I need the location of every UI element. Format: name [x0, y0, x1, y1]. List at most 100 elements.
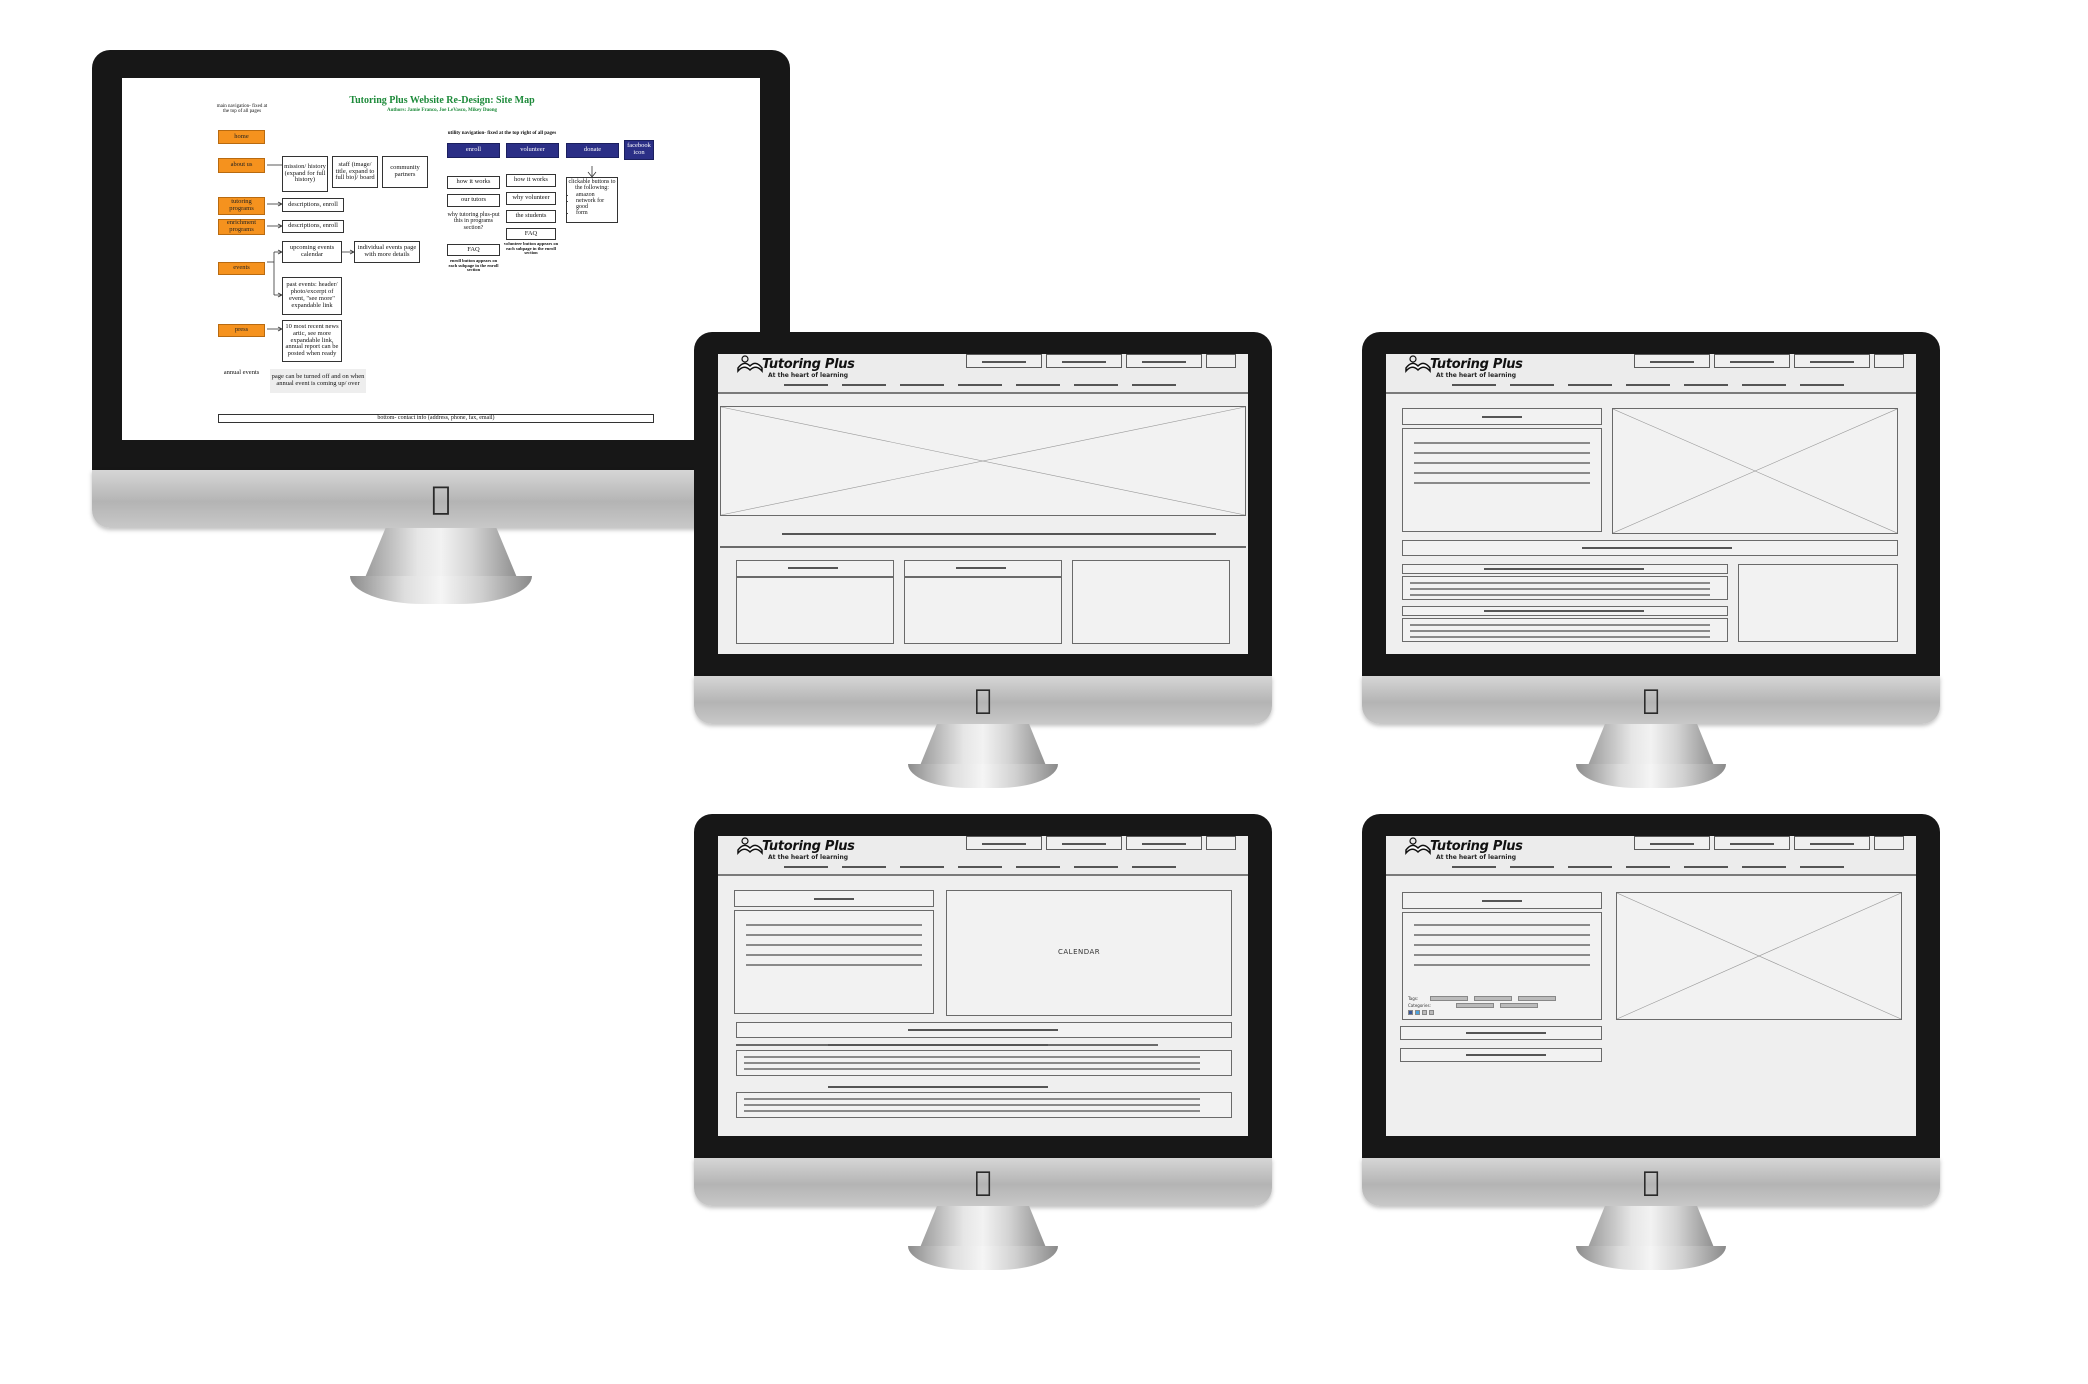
- wf-main-nav: [784, 384, 1176, 386]
- wf-text-line: [1414, 944, 1590, 946]
- wf-sidebar-box: [1738, 564, 1898, 642]
- share-icon[interactable]: [1429, 1010, 1434, 1015]
- wf-text-line: [1414, 472, 1590, 474]
- events-individual: individual events page with more details: [354, 241, 420, 263]
- wf-post-line: [1410, 624, 1710, 626]
- wf-text-line: [746, 964, 922, 966]
- wf-post-title-line: [1484, 610, 1644, 612]
- sitemap-authors: Authors: Jamie Franco, Joe LeVasco, Mike…: [386, 108, 498, 113]
- wf-post-line: [744, 1062, 1200, 1064]
- wf-wide-bar-line: [908, 1029, 1058, 1031]
- wf-tagline: At the heart of learning: [768, 372, 849, 379]
- wf-logo: Tutoring Plus: [762, 839, 855, 854]
- wf-category-chip: [1500, 1003, 1538, 1008]
- wireframe-press: Tutoring Plus At the heart of learning T…: [1386, 836, 1916, 1136]
- monitor-chin: : [694, 1158, 1272, 1206]
- volunteer-how-it-works: how it works: [506, 174, 556, 187]
- twitter-share-icon[interactable]: [1415, 1010, 1420, 1015]
- donate-network-for-good: network for good: [576, 198, 616, 211]
- wf-post-title-line: [1466, 1054, 1546, 1056]
- wf-text-line: [1414, 442, 1590, 444]
- wf-post-title-line: [1466, 1032, 1546, 1034]
- wf-header: Tutoring Plus At the heart of learning: [1386, 836, 1916, 876]
- volunteer-students: the students: [506, 210, 556, 223]
- wf-post-title-line: [828, 1086, 1048, 1088]
- enroll-why-tutoring: why tutoring plus-put this in programs s…: [447, 212, 500, 231]
- wf-utility-button: [1714, 354, 1790, 368]
- wf-text-line: [746, 934, 922, 936]
- monitor-chin: : [92, 470, 790, 528]
- book-logo-icon: [737, 355, 763, 374]
- wf-utility-button: [1634, 836, 1710, 850]
- apple-logo-icon: : [975, 686, 992, 714]
- book-logo-icon: [1405, 355, 1431, 374]
- wf-utility-button: [966, 836, 1042, 850]
- email-share-icon[interactable]: [1422, 1010, 1427, 1015]
- facebook-share-icon[interactable]: [1408, 1010, 1413, 1015]
- wf-post-line: [744, 1104, 1200, 1106]
- monitor-screen: Tutoring Plus At the heart of learning: [1386, 354, 1916, 654]
- events-upcoming: upcoming events calendar: [282, 241, 342, 263]
- wf-utility-button: [1046, 836, 1122, 850]
- wf-feature-box: [736, 560, 894, 644]
- book-logo-icon: [1405, 837, 1431, 856]
- nav-enrichment-programs: enrichment programs: [218, 219, 265, 235]
- wf-utility-button: [1126, 836, 1202, 850]
- wf-utility-icon: [1206, 354, 1236, 368]
- wf-utility-icon: [1206, 836, 1236, 850]
- wf-post-title-line: [828, 1044, 1048, 1046]
- sitemap-footer: bottom- contact info (address, phone, fa…: [218, 414, 654, 423]
- events-past: past events: header/ photo/excerpt of ev…: [282, 277, 342, 315]
- monitor-foot: [350, 576, 532, 604]
- wf-utility-button: [1794, 354, 1870, 368]
- wf-feature-rule: [736, 576, 894, 578]
- wf-title-line: [814, 898, 854, 900]
- monitor-chin: : [1362, 676, 1940, 724]
- wf-post-line: [744, 1056, 1200, 1058]
- apple-logo-icon: : [1643, 1168, 1660, 1196]
- imac-home-wireframe: Tutoring Plus At the heart of learning: [694, 332, 1272, 802]
- wf-post-title-line: [1484, 568, 1644, 570]
- wf-utility-button: [1634, 354, 1710, 368]
- about-community: community partners: [382, 156, 428, 188]
- wf-post-line: [1410, 636, 1710, 638]
- wf-title-line: [1482, 900, 1522, 902]
- monitor-stand: [1587, 724, 1715, 768]
- wf-utility-button: [1794, 836, 1870, 850]
- wf-text-line: [746, 954, 922, 956]
- nav-home: home: [218, 130, 265, 144]
- wf-feature-heading: [788, 567, 838, 569]
- wf-feature-rule: [904, 576, 1062, 578]
- wf-image-placeholder: [1616, 892, 1902, 1020]
- monitor-stand: [1587, 1206, 1715, 1250]
- site-map: Tutoring Plus Website Re-Design: Site Ma…: [122, 78, 760, 440]
- wf-tag-chip: [1518, 996, 1556, 1001]
- enroll-faq: FAQ: [447, 244, 500, 256]
- wf-post-line: [1410, 630, 1710, 632]
- wf-post-line: [744, 1110, 1200, 1112]
- wf-text-line: [1414, 462, 1590, 464]
- monitor-screen: Tutoring Plus At the heart of learning T…: [1386, 836, 1916, 1136]
- wf-post-line: [1410, 582, 1710, 584]
- wf-image-placeholder: [1612, 408, 1898, 534]
- donate-buttons-list: amazon network for good form: [568, 192, 616, 217]
- enroll-note: enroll button appears on each subpage in…: [448, 258, 499, 273]
- wf-tagline: At the heart of learning: [1436, 854, 1517, 861]
- monitor-foot: [1576, 764, 1726, 788]
- monitor-chin: : [1362, 1158, 1940, 1206]
- wf-post-line: [1410, 588, 1710, 590]
- sitemap-title: Tutoring Plus Website Re-Design: Site Ma…: [349, 95, 535, 106]
- imac-events-wireframe: Tutoring Plus At the heart of learning C…: [694, 814, 1272, 1284]
- annual-events-label: annual events: [223, 369, 260, 376]
- wf-tag-chip: [1430, 996, 1468, 1001]
- wf-utility-button: [1046, 354, 1122, 368]
- monitor-foot: [908, 1246, 1058, 1270]
- wireframe-content: Tutoring Plus At the heart of learning: [1386, 354, 1916, 654]
- wf-utility-button: [966, 354, 1042, 368]
- tutoring-descriptions: descriptions, enroll: [282, 198, 344, 212]
- wf-tags-label: Tags:: [1408, 996, 1419, 1001]
- wf-tagline: At the heart of learning: [1436, 372, 1517, 379]
- wf-logo: Tutoring Plus: [762, 357, 855, 372]
- nav-about-us: about us: [218, 158, 265, 173]
- monitor-screen: Tutoring Plus Website Re-Design: Site Ma…: [122, 78, 760, 440]
